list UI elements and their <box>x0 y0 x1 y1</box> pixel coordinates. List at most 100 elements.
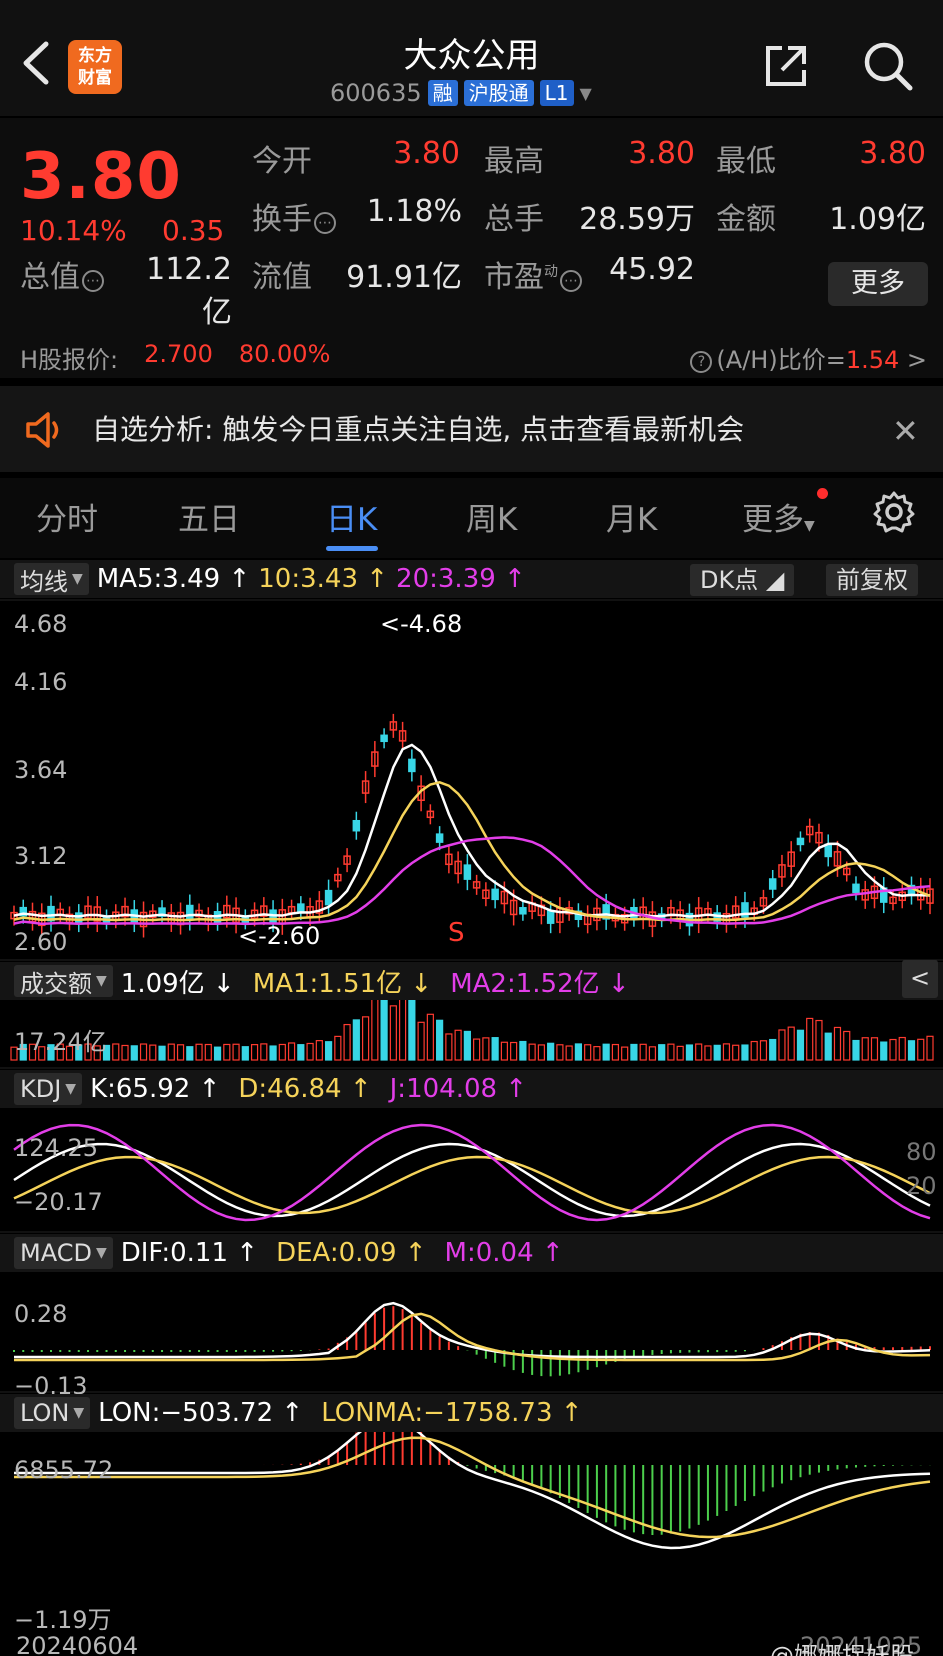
top-bar: 东方 财富 大众公用 600635 融 沪股通 L1 ▼ <box>0 0 943 116</box>
volume-bar <box>676 1045 684 1061</box>
volume-bar <box>898 1036 906 1061</box>
h-share-price: 2.700 <box>144 340 213 368</box>
change-amount: 0.35 <box>162 214 225 247</box>
kdj-selector[interactable]: KDJ ▼ <box>14 1073 83 1105</box>
tab-daily-k[interactable]: 日K <box>326 494 377 539</box>
volume-bar <box>648 1046 657 1061</box>
volume-bar <box>195 1043 203 1061</box>
tab-weekly-k[interactable]: 周K <box>466 494 517 539</box>
gear-icon[interactable] <box>872 490 916 534</box>
open-value: 3.80 <box>393 136 460 171</box>
volume-bar <box>639 1043 647 1061</box>
volume-bar <box>112 1043 120 1061</box>
search-icon[interactable] <box>862 40 914 92</box>
turnover-value: 1.18% <box>366 194 462 229</box>
high-annotation: <-4.68 <box>380 610 463 638</box>
volume-bar <box>824 1032 832 1061</box>
amount-value: 1.09亿 <box>829 202 926 237</box>
volume-bar <box>611 1043 620 1061</box>
info-icon[interactable]: ⋯ <box>560 270 582 292</box>
macd-dea-line <box>14 1312 931 1362</box>
volume-bar <box>547 1042 555 1061</box>
notice-bar[interactable]: 自选分析: 触发今日重点关注自选, 点击查看最新机会 ✕ <box>0 386 943 472</box>
volume-bar <box>537 1044 545 1061</box>
volume-bar <box>861 1037 869 1061</box>
volume-bar <box>371 992 379 1061</box>
mktcap-label[interactable]: 总值 ⋯ <box>20 252 104 296</box>
volume-bar <box>880 1041 888 1061</box>
h-share-row[interactable]: H股报价: 2.700 80.00% <box>20 340 330 375</box>
ah-ratio[interactable]: ? (A/H)比价=1.54 > <box>688 340 927 375</box>
volume-bar <box>574 1043 583 1061</box>
info-icon[interactable]: ⋯ <box>82 270 104 292</box>
lon-selector[interactable]: LON ▼ <box>14 1397 91 1429</box>
tab-more[interactable]: 更多▼ <box>742 494 815 539</box>
volume-bar <box>759 1040 768 1061</box>
more-button[interactable]: 更多 <box>828 262 928 306</box>
volume-indicator-bar: 成交额 ▼ 1.09亿 ↓ MA1:1.51亿 ↓ MA2:1.52亿 ↓ <box>0 962 943 1000</box>
volume-bar <box>269 1045 277 1061</box>
date-start-label: 20240604 <box>16 1632 139 1656</box>
volume-bar <box>389 1005 397 1061</box>
volume-bar <box>750 1040 758 1061</box>
float-value: 91.91亿 <box>346 260 462 295</box>
tab-intraday[interactable]: 分时 <box>36 494 98 539</box>
share-icon[interactable] <box>762 42 810 90</box>
volume-bar <box>602 1043 610 1061</box>
macd-selector[interactable]: MACD ▼ <box>14 1237 113 1269</box>
pe-label[interactable]: 市盈动⋯ <box>484 252 582 296</box>
volume-bar <box>213 1046 222 1061</box>
volume-bar <box>741 1044 749 1061</box>
kdj-ref-20: 20 <box>906 1172 937 1200</box>
caret-down-icon: ▼ <box>65 1081 77 1097</box>
volume-bar <box>528 1043 536 1061</box>
last-price: 3.80 <box>20 140 182 214</box>
ma5-line <box>13 743 931 918</box>
tab-five-day[interactable]: 五日 <box>178 494 240 539</box>
volume-bar <box>695 1043 703 1061</box>
candle-body <box>796 837 805 846</box>
info-icon[interactable]: ⋯ <box>314 212 336 234</box>
candle-body <box>380 734 388 743</box>
high-value: 3.80 <box>628 136 695 171</box>
volume-bar <box>352 1019 360 1061</box>
volume-bar <box>167 1043 175 1061</box>
volume-bar <box>584 1044 592 1061</box>
kdj-axis-min: −20.17 <box>14 1188 103 1216</box>
kline-chart-area[interactable]: 均线 ▼ MA5:3.49 ↑ 10:3.43 ↑ 20:3.39 ↑ DK点 ◢… <box>0 560 943 1656</box>
chart-canvas <box>0 599 943 1550</box>
volume-bar <box>713 1044 721 1061</box>
volume-bar <box>870 1037 879 1061</box>
macd-m: M:0.04 ↑ <box>444 1238 564 1268</box>
collapse-panel-button[interactable]: < <box>902 960 938 998</box>
notice-text[interactable]: 自选分析: 触发今日重点关注自选, 点击查看最新机会 <box>92 408 744 448</box>
volume-bar <box>843 1030 851 1061</box>
candle-body <box>546 910 555 924</box>
candle-body <box>324 889 333 906</box>
volume-selector[interactable]: 成交额 ▼ <box>14 965 113 998</box>
macd-axis-max: 0.28 <box>14 1300 68 1328</box>
candle-body <box>435 833 444 843</box>
ma10-line <box>13 781 931 922</box>
caret-down-icon: ▼ <box>96 973 107 989</box>
candle-body <box>519 907 527 915</box>
volume-value: 28.59万 <box>579 202 695 237</box>
volume-value: 1.09亿 ↓ <box>120 968 235 999</box>
close-icon[interactable]: ✕ <box>892 412 919 450</box>
candle-body <box>297 903 305 913</box>
chevron-down-icon[interactable]: ▼ <box>580 84 592 103</box>
volume-bar <box>556 1044 564 1061</box>
volume-bar <box>445 1033 453 1061</box>
float-label: 流值 <box>252 260 312 295</box>
volume-label: 总手 <box>484 202 544 237</box>
tag-level1[interactable]: L1 <box>539 80 574 106</box>
h-share-pct: 80.00% <box>238 340 331 368</box>
tab-monthly-k[interactable]: 月K <box>606 494 657 539</box>
volume-bar <box>139 1043 148 1061</box>
turnover-label[interactable]: 换手 ⋯ <box>252 194 336 238</box>
help-icon[interactable]: ? <box>690 351 713 373</box>
volume-bar <box>306 1042 314 1061</box>
volume-bar <box>176 1044 185 1061</box>
candle-body <box>768 878 777 890</box>
volume-bar <box>704 1045 712 1061</box>
